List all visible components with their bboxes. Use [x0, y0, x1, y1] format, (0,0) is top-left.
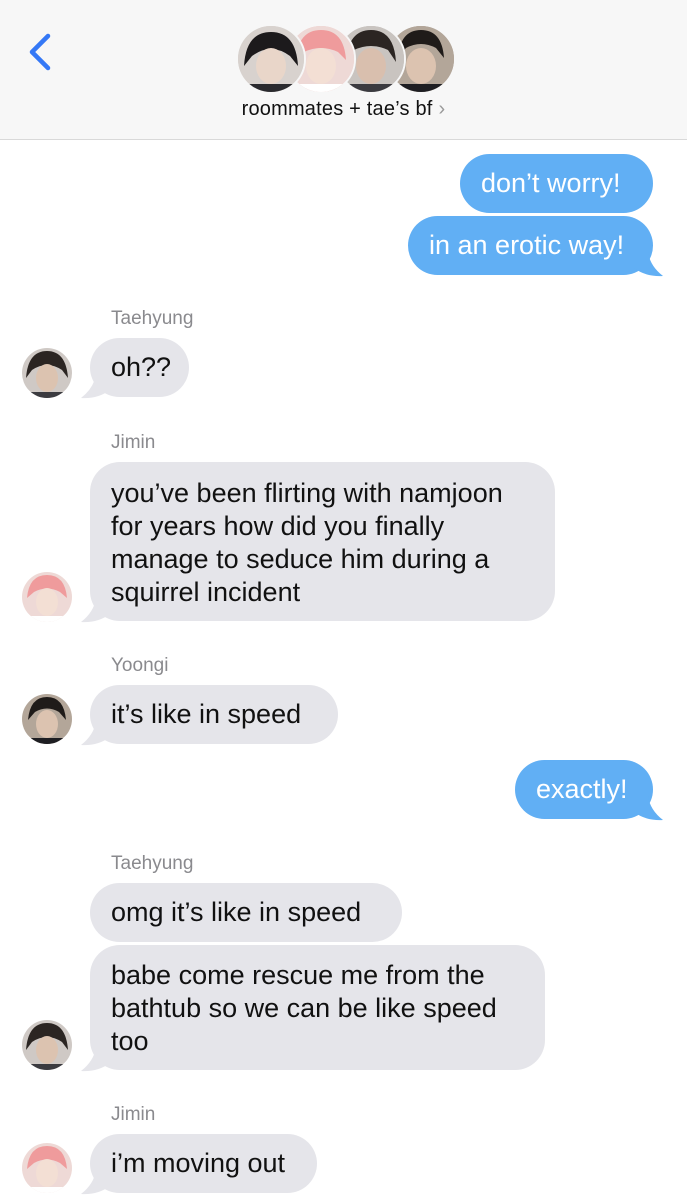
avatar: [236, 24, 306, 94]
group-name-label: roommates + tae’s bf: [241, 98, 433, 120]
message-text: babe come rescue me from the bathtub so …: [111, 960, 497, 1056]
sender-name: Taehyung: [111, 853, 194, 874]
avatar: [22, 694, 72, 744]
bubble-tail: [81, 598, 110, 623]
chevron-left-icon: [29, 33, 51, 71]
outgoing-message[interactable]: in an erotic way!: [408, 216, 653, 275]
sender-name: Jimin: [111, 1104, 156, 1125]
outgoing-message[interactable]: exactly!: [515, 760, 653, 819]
avatar: [22, 1020, 72, 1070]
message-text: oh??: [111, 352, 172, 382]
back-button[interactable]: [22, 28, 62, 76]
conversation-header: roommates + tae’s bf ›: [0, 0, 687, 140]
sender-name: Yoongi: [111, 655, 169, 676]
message-text: it’s like in speed: [111, 699, 302, 729]
sender-name: Taehyung: [111, 308, 194, 329]
avatar: [22, 348, 72, 398]
avatar: [22, 1143, 72, 1193]
incoming-message[interactable]: you’ve been flirting with namjoon for ye…: [90, 462, 555, 621]
outgoing-message[interactable]: don’t worry!: [460, 154, 653, 213]
bubble-tail: [634, 252, 663, 277]
bubble-tail: [81, 1047, 110, 1072]
incoming-message[interactable]: it’s like in speed: [90, 685, 338, 744]
message-text: exactly!: [536, 774, 628, 804]
bubble-tail: [81, 721, 110, 746]
message-text: in an erotic way!: [429, 230, 625, 260]
bubble-tail: [634, 796, 663, 821]
incoming-message[interactable]: omg it’s like in speed: [90, 883, 402, 942]
incoming-message[interactable]: babe come rescue me from the bathtub so …: [90, 945, 545, 1070]
group-name[interactable]: roommates + tae’s bf ›: [0, 98, 687, 121]
bubble-tail: [81, 374, 110, 399]
bubble-tail: [81, 1170, 110, 1195]
incoming-message[interactable]: i’m moving out: [90, 1134, 317, 1193]
message-text: i’m moving out: [111, 1148, 286, 1178]
message-text: don’t worry!: [481, 168, 621, 198]
message-text: you’ve been flirting with namjoon for ye…: [111, 478, 503, 607]
chevron-right-icon: ›: [438, 98, 446, 120]
sender-name: Jimin: [111, 432, 156, 453]
group-avatars[interactable]: [236, 24, 456, 94]
avatar: [22, 572, 72, 622]
message-text: omg it’s like in speed: [111, 897, 362, 927]
